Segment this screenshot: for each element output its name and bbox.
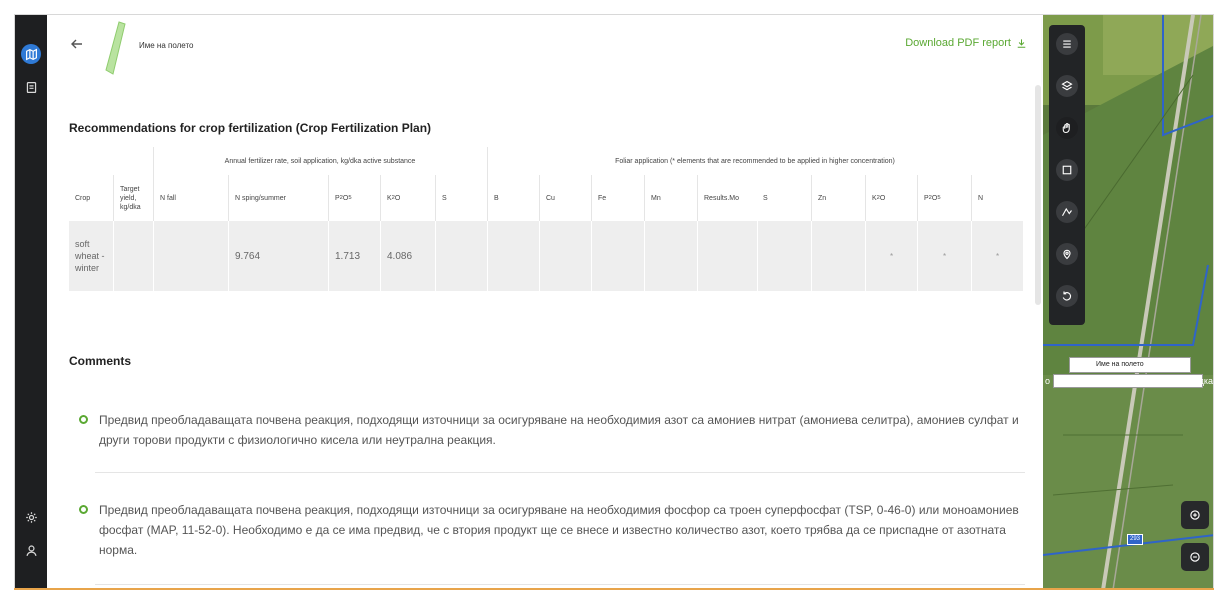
comment-text: Предвид преобладаващата почвена реакция,… — [99, 503, 1019, 557]
map-side-text-right: э дка — [1191, 376, 1214, 386]
cell-zn — [811, 221, 865, 291]
col-s-foliar: S — [763, 194, 768, 202]
map-icon[interactable] — [21, 44, 41, 64]
app-window: Име на полето Download PDF report Recomm… — [14, 14, 1214, 589]
col-n-spring: N sping/summer — [228, 175, 328, 221]
comment-item: Предвид преобладаващата почвена реакция,… — [79, 500, 1039, 560]
zoom-out-icon[interactable] — [1181, 543, 1209, 571]
col-zn: Zn — [811, 175, 865, 221]
divider — [153, 147, 154, 175]
page-title: Recommendations for crop fertilization (… — [69, 121, 432, 135]
cell-fe — [591, 221, 644, 291]
cell-cu — [539, 221, 591, 291]
col-k2o: K2O — [380, 175, 435, 221]
zoom-in-icon[interactable] — [1181, 501, 1209, 529]
undo-icon[interactable] — [1056, 285, 1078, 307]
report-header: Име на полето Download PDF report — [47, 15, 1041, 82]
col-crop: Crop — [75, 194, 91, 202]
map-field-area-label — [1053, 374, 1203, 388]
hand-icon[interactable] — [1056, 117, 1078, 139]
settings-icon[interactable] — [21, 507, 41, 527]
map-toolbar — [1049, 25, 1085, 325]
col-mn: Mn — [644, 175, 697, 221]
cell-b — [487, 221, 539, 291]
map-field-label: Име на полето — [1069, 357, 1191, 373]
layers-icon[interactable] — [1056, 75, 1078, 97]
report-content: Recommendations for crop fertilization (… — [47, 82, 1041, 588]
divider — [95, 584, 1025, 585]
cell-k2o: 4.086 — [380, 221, 435, 291]
col-s: S — [435, 175, 487, 221]
cell-mn — [644, 221, 697, 291]
download-icon — [1017, 38, 1026, 48]
cell-n-spring: 9.764 — [228, 221, 328, 291]
road-number-badge: 293 — [1127, 534, 1143, 545]
document-icon[interactable] — [21, 77, 41, 97]
arrow-left-icon[interactable] — [69, 36, 87, 54]
pin-icon[interactable] — [1056, 243, 1078, 265]
col-b: B — [487, 175, 539, 221]
col-results-mo: Results.Mo — [697, 175, 757, 221]
col-fe: Fe — [591, 175, 644, 221]
col-target-yield: Target yield, kg/dka — [113, 175, 153, 221]
group-header-soil: Annual fertilizer rate, soil application… — [224, 157, 416, 165]
cell-target-yield — [113, 221, 153, 291]
group-header-foliar: Foliar application (* elements that are … — [615, 157, 895, 165]
col-n-fall: N fall — [153, 175, 228, 221]
cell-n: * — [971, 221, 1023, 291]
col-n: N — [971, 175, 1023, 221]
left-rail — [15, 15, 47, 588]
map-side-text-left: о — [1045, 376, 1051, 386]
bullet-icon — [79, 505, 88, 514]
cell-n-fall — [153, 221, 228, 291]
cell-p2o5-foliar: * — [917, 221, 971, 291]
divider — [95, 472, 1025, 473]
col-cu: Cu — [539, 175, 591, 221]
col-p2o5: P2O5 — [328, 175, 380, 221]
polygon-icon[interactable] — [1056, 159, 1078, 181]
divider — [487, 147, 488, 175]
line-icon[interactable] — [1056, 201, 1078, 223]
comments-title: Comments — [69, 354, 132, 368]
cell-crop: soft wheat - winter — [69, 221, 113, 291]
comment-item: Предвид преобладаващата почвена реакция,… — [79, 410, 1039, 450]
comment-text: Предвид преобладаващата почвена реакция,… — [99, 413, 1019, 447]
cell-results-mo — [697, 221, 757, 291]
cell-s — [435, 221, 487, 291]
field-name: Име на полето — [139, 41, 194, 50]
field-shape-thumbnail — [105, 21, 126, 75]
cell-k2o-foliar: * — [865, 221, 917, 291]
bullet-icon — [79, 415, 88, 424]
col-p2o5-foliar: P2O5 — [917, 175, 971, 221]
map-panel[interactable]: Име на полето о э дка 293 — [1043, 15, 1214, 588]
user-icon[interactable] — [21, 540, 41, 560]
scrollbar[interactable] — [1035, 85, 1041, 305]
list-icon[interactable] — [1056, 33, 1078, 55]
cell-s-foliar — [757, 221, 811, 291]
download-label: Download PDF report — [905, 37, 1011, 49]
bottom-accent-line — [14, 588, 1214, 590]
download-pdf-button[interactable]: Download PDF report — [905, 37, 1027, 49]
cell-p2o5: 1.713 — [328, 221, 380, 291]
col-k2o-foliar: K2O — [865, 175, 917, 221]
